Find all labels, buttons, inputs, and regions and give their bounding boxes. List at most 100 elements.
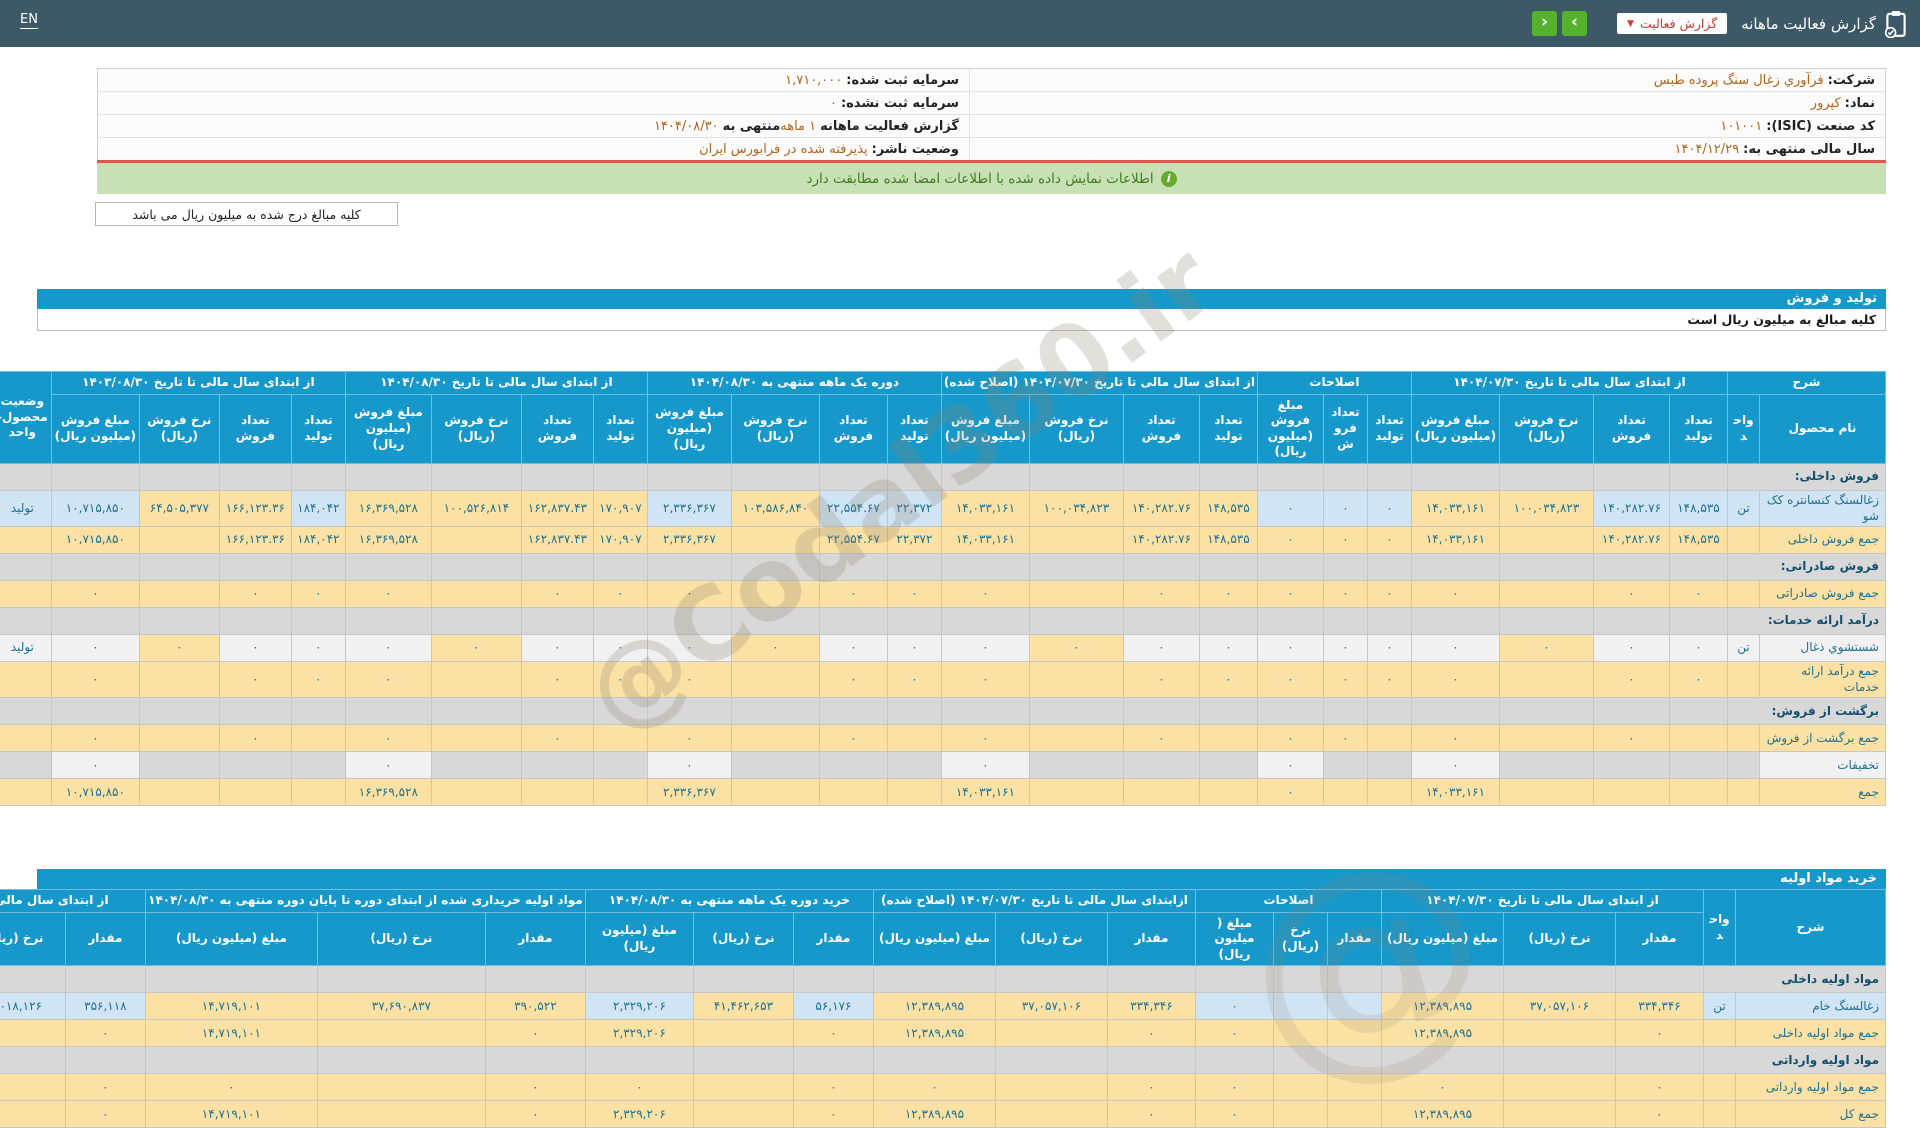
value-cell xyxy=(291,779,345,806)
section-cell xyxy=(941,698,1029,725)
column-header: مبلغ (میلیون ریال) xyxy=(1381,912,1503,966)
column-group-header: شرح xyxy=(1727,372,1885,395)
value-cell xyxy=(431,581,521,608)
section-cell xyxy=(995,1047,1107,1074)
section-cell xyxy=(1029,608,1123,635)
info-cell: نماد: کپرور xyxy=(969,92,1885,114)
unit-cell: تن xyxy=(1704,993,1736,1020)
value-cell xyxy=(0,1074,65,1101)
value-cell: ۰ xyxy=(51,581,139,608)
column-group-header: از ابتدای سال مالی تا تاریخ ۱۴۰۴/۰۷/۳۰ xyxy=(1411,372,1727,395)
section-cell xyxy=(431,698,521,725)
column-group-header: خرید دوره یک ماهه منتهی به ۱۴۰۴/۰۸/۳۰ xyxy=(585,890,873,913)
section-cell xyxy=(995,966,1107,993)
column-group-header: از ابتدای سال مالی تا تاریخ ۱۴۰۳/۰۸/۳۰ xyxy=(51,372,345,395)
value-cell: ۲۲,۳۷۲ xyxy=(887,527,941,554)
value-cell: ۱۰۰,۰۳۴,۸۲۳ xyxy=(1499,490,1593,526)
section-cell xyxy=(485,1047,585,1074)
section-cell xyxy=(219,608,291,635)
value-cell: ۱۰,۷۱۵,۸۵۰ xyxy=(51,779,139,806)
info-value: فرآوري زغال سنگ پروده طبس xyxy=(1654,73,1824,88)
section-cell xyxy=(731,608,819,635)
unit-cell: تن xyxy=(1727,635,1759,662)
value-cell: ۰ xyxy=(1323,527,1367,554)
value-cell xyxy=(731,662,819,698)
value-cell xyxy=(431,725,521,752)
column-header: تعداد فروش xyxy=(521,394,593,463)
value-cell xyxy=(1499,662,1593,698)
value-cell: ۰ xyxy=(1123,725,1199,752)
value-cell: ۰ xyxy=(65,1074,145,1101)
value-cell: ۰ xyxy=(65,1020,145,1047)
value-cell xyxy=(731,581,819,608)
value-cell: ۰ xyxy=(819,635,887,662)
section-cell xyxy=(1029,463,1123,490)
info-row: کد صنعت (ISIC): ۱۰۱۰۰۱گزارش فعالیت ماهان… xyxy=(98,115,1885,138)
column-header: مبلغ فروش (میلیون ریال) xyxy=(1411,394,1499,463)
section-cell xyxy=(0,554,51,581)
section-cell xyxy=(521,463,593,490)
english-language-link[interactable]: EN xyxy=(20,12,38,29)
section-row: مواد اولیه وارداتی xyxy=(0,1047,1886,1074)
value-cell xyxy=(1199,725,1257,752)
section-cell xyxy=(731,463,819,490)
value-cell: ۱۲,۳۸۹,۸۹۵ xyxy=(1381,1020,1503,1047)
section-cell xyxy=(1616,1047,1704,1074)
row-label: تخفیفات xyxy=(1760,752,1886,779)
value-cell: ۰ xyxy=(1616,1074,1704,1101)
section-cell xyxy=(431,608,521,635)
value-cell: ۱۴,۰۳۳,۱۶۱ xyxy=(941,490,1029,526)
column-header: مقدار xyxy=(1327,912,1381,966)
section-cell xyxy=(1029,698,1123,725)
info-label: منتهی به xyxy=(723,119,781,134)
production-sales-section-title: تولید و فروش xyxy=(37,289,1886,309)
section-cell xyxy=(219,554,291,581)
value-cell: ۰ xyxy=(585,1074,693,1101)
table-row: جمع فروش صادراتی۰۰۰۰۰۰۰۰۰۰۰۰۰۰۰۰۰۰ xyxy=(0,581,1886,608)
section-row: فروش صادراتی: xyxy=(0,554,1886,581)
value-cell: ۱۲,۳۸۹,۸۹۵ xyxy=(873,993,995,1020)
value-cell: ۰ xyxy=(1199,662,1257,698)
column-header: تعداد فروش xyxy=(1323,394,1367,463)
next-report-button[interactable]: › xyxy=(1562,11,1587,36)
prev-report-button[interactable]: ‹ xyxy=(1532,11,1557,36)
section-cell xyxy=(51,608,139,635)
report-type-dropdown[interactable]: گزارش فعالیت ▼ xyxy=(1617,13,1727,34)
value-cell xyxy=(1029,779,1123,806)
status-cell xyxy=(0,779,51,806)
value-cell: ۲,۳۳۶,۳۶۷ xyxy=(647,527,731,554)
column-header: مبلغ فروش (میلیون ریال) xyxy=(51,394,139,463)
value-cell: ۰ xyxy=(291,635,345,662)
unit-cell xyxy=(1704,1020,1736,1047)
value-cell: ۰ xyxy=(1123,635,1199,662)
value-cell xyxy=(139,752,219,779)
section-cell xyxy=(1593,463,1669,490)
value-cell xyxy=(1123,752,1199,779)
section-cell xyxy=(1367,554,1411,581)
value-cell xyxy=(1199,752,1257,779)
value-cell: ۰ xyxy=(1593,581,1669,608)
value-cell: ۱۲,۳۸۹,۸۹۵ xyxy=(1381,993,1503,1020)
unit-cell: تن xyxy=(1727,490,1759,526)
row-label: جمع فروش داخلی xyxy=(1760,527,1886,554)
value-cell xyxy=(1199,779,1257,806)
section-cell xyxy=(941,608,1029,635)
value-cell: ۱۴,۷۱۹,۱۰۱ xyxy=(145,1101,317,1128)
value-cell xyxy=(0,1020,65,1047)
column-header: تعداد تولید xyxy=(1199,394,1257,463)
section-cell xyxy=(585,966,693,993)
value-cell: ۰ xyxy=(1367,581,1411,608)
value-cell: ۰ xyxy=(1195,1074,1273,1101)
section-cell xyxy=(647,608,731,635)
column-header: مبلغ ( میلیون ریال) xyxy=(1195,912,1273,966)
section-cell xyxy=(593,698,647,725)
section-cell xyxy=(291,698,345,725)
value-cell: ۰ xyxy=(1616,1020,1704,1047)
column-header: مقدار xyxy=(485,912,585,966)
value-cell: ۱۴۰,۲۸۲.۷۶ xyxy=(1123,490,1199,526)
column-header: نرخ (ریال) xyxy=(0,912,65,966)
value-cell: ۰ xyxy=(941,662,1029,698)
section-cell xyxy=(731,698,819,725)
section-cell xyxy=(1499,608,1593,635)
section-cell xyxy=(873,1047,995,1074)
